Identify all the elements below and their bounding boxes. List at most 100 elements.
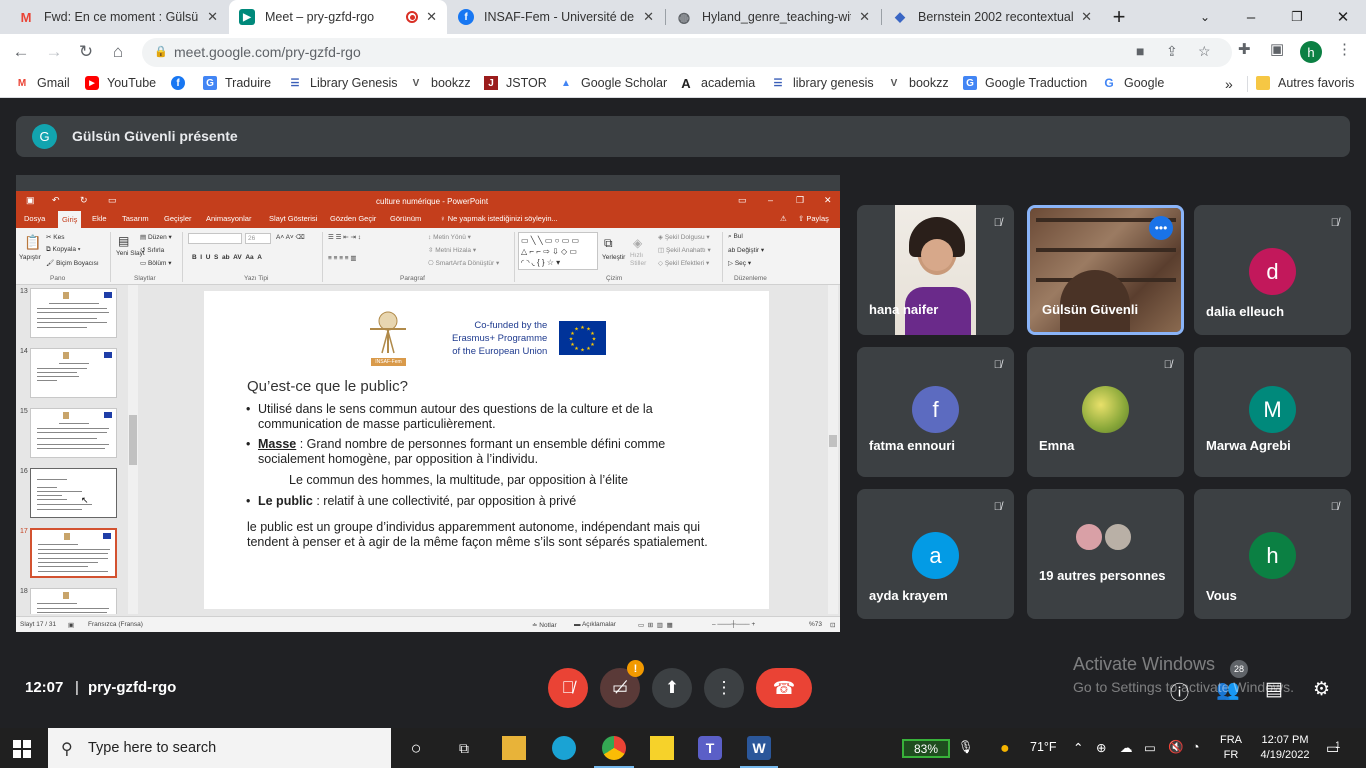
bookmark-google[interactable]: G Google <box>1102 76 1164 90</box>
close-icon[interactable]: ✕ <box>1081 9 1092 25</box>
omnibox[interactable]: 🔒 meet.google.com/pry-gzfd-rgo ■ ⇪ ☆ <box>142 38 1232 67</box>
participant-tile[interactable]: 🎙̸ d dalia elleuch <box>1194 205 1351 335</box>
notification-icon[interactable]: ▭1 <box>1326 740 1344 757</box>
other-bookmarks-folder[interactable]: Autres favoris <box>1256 76 1354 90</box>
wifi-icon[interactable]: ◔ <box>1192 740 1200 754</box>
new-tab-button[interactable]: + <box>1096 0 1142 34</box>
weather-temp[interactable]: 71°F <box>1030 740 1057 754</box>
leave-call-button[interactable]: ☎ <box>756 668 812 708</box>
more-bookmarks-button[interactable]: » <box>1225 76 1233 92</box>
bookmark-label: JSTOR <box>506 76 547 90</box>
ribbon-divider <box>722 232 723 282</box>
word-icon[interactable]: W <box>747 736 771 760</box>
present-icon: ⬆ <box>664 678 680 697</box>
more-options-icon[interactable]: ••• <box>1149 216 1173 240</box>
extensions-icon[interactable]: ✚ <box>1238 40 1251 58</box>
quick-styles-icon: ◈ <box>633 236 643 250</box>
self-tile[interactable]: 🎙̸ h Vous <box>1194 489 1351 619</box>
thumb-number: 13 <box>20 288 28 295</box>
cofunded-text: Co-funded by the Erasmus+ Programme of t… <box>452 320 548 357</box>
mic-tray-icon[interactable]: 🎙 <box>958 740 974 755</box>
mic-muted-icon: 🎙̸ <box>993 217 1002 229</box>
weather-sun-icon[interactable]: ● <box>1000 740 1010 758</box>
bookmark-traduire[interactable]: G Traduire <box>203 76 271 90</box>
input-language[interactable]: FRA FR <box>1220 733 1242 763</box>
ppt-tab-file: Dosya <box>24 214 46 223</box>
present-screen-button[interactable]: ⬆ <box>652 668 692 708</box>
bookmark-library-genesis-2[interactable]: ☰ library genesis <box>771 76 874 90</box>
onedrive-icon[interactable]: ☁ <box>1120 740 1133 755</box>
forward-icon[interactable]: → <box>43 41 65 63</box>
bookmark-label: library genesis <box>793 76 874 90</box>
volume-muted-icon[interactable]: 🔇 <box>1168 740 1184 755</box>
ppt-tab-home: Giriş <box>58 211 82 228</box>
task-view-icon[interactable]: ⧉ <box>452 736 476 760</box>
taskbar-search[interactable]: ⚲ Type here to search <box>48 728 391 768</box>
bookmark-star-icon[interactable]: ☆ <box>1198 43 1211 60</box>
sticky-notes-icon[interactable] <box>650 736 674 760</box>
tab-meet[interactable]: ▶ Meet – pry-gzfd-rgo ✕ <box>229 0 447 34</box>
bookmark-bookzz[interactable]: Vbookzz <box>409 76 471 90</box>
participant-tile[interactable]: 🎙̸ a ayda krayem <box>857 489 1014 619</box>
lock-icon[interactable]: 🔒 <box>154 45 168 58</box>
more-options-button[interactable]: ⋮ <box>704 668 744 708</box>
bookmark-youtube[interactable]: ▶ YouTube <box>85 76 156 90</box>
bookmark-google-scholar[interactable]: ▲ Google Scholar <box>559 76 667 90</box>
tab-bernstein[interactable]: ◆ Bernstein 2002 recontextuali ✕ <box>882 0 1102 34</box>
bookmark-library-genesis[interactable]: ☰ Library Genesis <box>288 76 398 90</box>
tray-overflow-icon[interactable]: ⌃ <box>1073 740 1083 755</box>
globe-icon: ◍ <box>677 8 691 25</box>
microphone-off-button[interactable]: 🎙̸ <box>548 668 588 708</box>
camera-icon[interactable]: ■ <box>1136 43 1144 59</box>
bookmark-facebook[interactable]: f <box>171 76 193 90</box>
others-tile[interactable]: 19 autres personnes <box>1027 489 1184 619</box>
url-text[interactable]: meet.google.com/pry-gzfd-rgo <box>174 44 361 60</box>
participant-tile[interactable]: 🎙̸ f fatma ennouri <box>857 347 1014 477</box>
bookmark-google-traduction[interactable]: G Google Traduction <box>963 76 1087 90</box>
close-icon[interactable]: ✕ <box>643 9 654 25</box>
close-icon[interactable]: ✕ <box>426 9 437 25</box>
close-icon[interactable]: ✕ <box>859 9 870 25</box>
participant-tile[interactable]: 🎙̸ Emna <box>1027 347 1184 477</box>
tab-facebook[interactable]: f INSAF-Fem - Université de Sf ✕ <box>448 0 664 34</box>
group-drawing: Çizim <box>606 275 623 282</box>
windows-start-icon[interactable] <box>13 740 31 758</box>
share-icon[interactable]: ⇪ <box>1166 43 1178 60</box>
restore-icon[interactable]: ❐ <box>1274 0 1320 34</box>
tab-gmail[interactable]: M Fwd: En ce moment : Gülsün ✕ <box>8 0 228 34</box>
reload-icon[interactable]: ↻ <box>75 41 97 63</box>
profile-avatar[interactable]: h <box>1300 41 1322 63</box>
participant-tile[interactable]: M Marwa Agrebi <box>1194 347 1351 477</box>
fit-icon: ⊡ <box>830 622 836 629</box>
edge-icon[interactable] <box>552 736 576 760</box>
tab-search-icon[interactable]: ⌄ <box>1182 0 1228 34</box>
close-icon[interactable]: ✕ <box>207 9 218 25</box>
file-explorer-icon[interactable] <box>502 736 526 760</box>
menu-icon[interactable]: ⋮ <box>1337 40 1352 58</box>
activities-icon[interactable]: ⚙ <box>1313 678 1330 701</box>
battery-tray-icon[interactable]: ▭ <box>1144 740 1156 755</box>
academia-icon: ◆ <box>895 9 905 24</box>
participant-tile[interactable]: 🎙̸ hana naifer <box>857 205 1014 335</box>
group-editing: Düzenleme <box>734 275 767 282</box>
bookmark-bookzz-2[interactable]: Vbookzz <box>887 76 949 90</box>
ppt-tab-insert: Ekle <box>92 214 107 223</box>
home-icon[interactable]: ⌂ <box>107 41 129 63</box>
cortana-icon[interactable]: ○ <box>404 736 428 760</box>
bookmark-academia[interactable]: Aacademia <box>679 76 755 91</box>
participant-tile-active-speaker[interactable]: ••• Gülsün Güvenli <box>1027 205 1184 335</box>
bookmark-jstor[interactable]: J JSTOR <box>484 76 547 90</box>
side-panel-icon[interactable]: ▣ <box>1270 40 1284 58</box>
battery-indicator[interactable]: 83% <box>902 739 950 758</box>
tab-hyland[interactable]: ◍ Hyland_genre_teaching-with ✕ <box>666 0 880 34</box>
chrome-icon[interactable] <box>602 736 626 760</box>
network-icon[interactable]: ⊕ <box>1096 740 1106 755</box>
close-window-icon[interactable]: ✕ <box>1320 0 1366 34</box>
minimize-icon: – <box>768 195 774 205</box>
minimize-icon[interactable]: – <box>1228 0 1274 34</box>
facebook-icon: f <box>171 76 185 90</box>
bookmark-gmail[interactable]: M Gmail <box>15 76 70 90</box>
back-icon[interactable]: ← <box>10 41 32 63</box>
teams-icon[interactable]: T <box>698 736 722 760</box>
system-clock[interactable]: 12:07 PM 4/19/2022 <box>1254 733 1316 763</box>
